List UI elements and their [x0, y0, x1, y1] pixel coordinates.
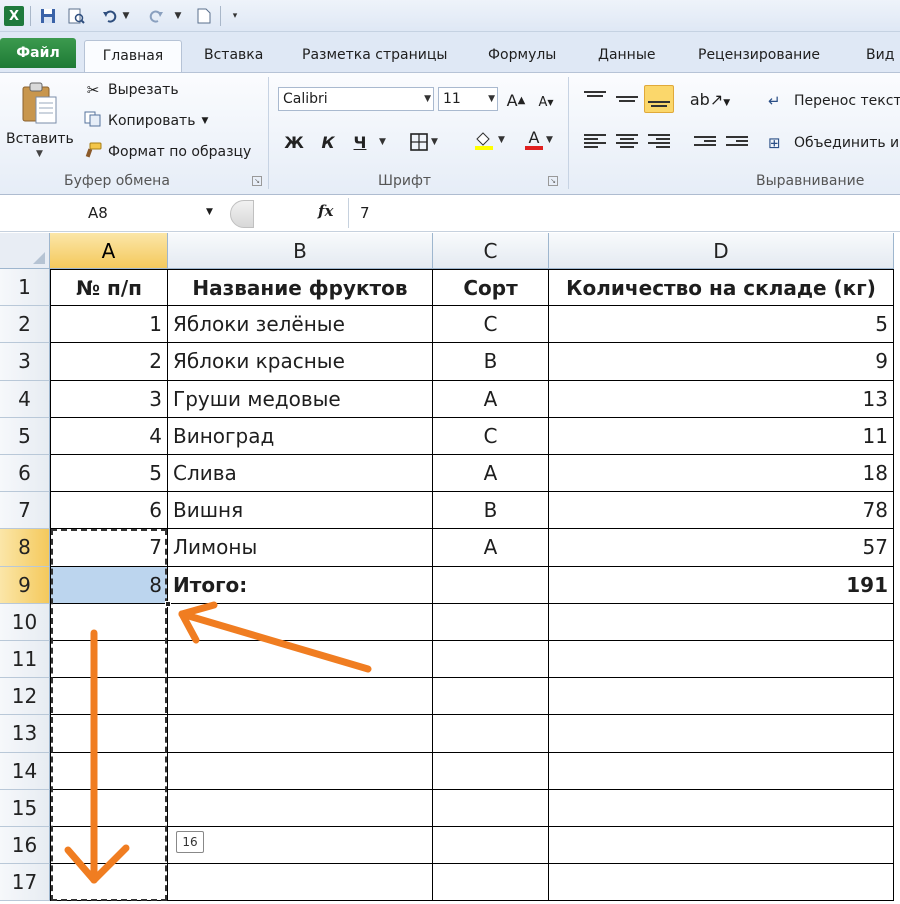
font-name-dropdown-icon[interactable]: ▼ [424, 88, 431, 110]
drag-down-arrow-head [90, 844, 130, 884]
tab-view[interactable]: Вид [862, 40, 898, 72]
wrap-text-label: Перенос текст [794, 93, 900, 109]
new-document-icon[interactable] [194, 6, 214, 26]
align-bottom-icon[interactable] [644, 85, 674, 113]
font-name-combo[interactable]: Calibri ▼ [278, 87, 434, 111]
align-center-icon[interactable] [612, 127, 642, 155]
formula-bar-divider [348, 198, 349, 228]
excel-logo-icon: X [4, 6, 24, 26]
print-preview-icon[interactable] [66, 6, 86, 26]
redo-dropdown-icon[interactable]: ▼ [172, 6, 184, 26]
formula-bar-splitter[interactable] [230, 200, 254, 228]
annotation-arrows [64, 601, 372, 884]
merge-cells-icon: ⊞ [768, 134, 781, 152]
font-color-icon: A [525, 130, 544, 150]
tab-formulas[interactable]: Формулы [484, 40, 560, 72]
insert-function-icon[interactable]: fx [318, 202, 333, 220]
paintbrush-icon [82, 142, 104, 162]
bold-button[interactable]: Ж [280, 129, 308, 155]
font-dialog-launcher-icon[interactable]: ↘ [548, 176, 558, 186]
tab-insert[interactable]: Вставка [200, 40, 267, 72]
tab-home[interactable]: Главная [84, 40, 182, 72]
font-color-button[interactable]: A ▼ [518, 127, 560, 153]
format-painter-button[interactable]: Формат по образцу [82, 141, 251, 163]
underline-button[interactable]: Ч [346, 129, 374, 155]
clipboard-dialog-launcher-icon[interactable]: ↘ [252, 176, 262, 186]
quick-access-toolbar: X ▼ ▼ ▾ [0, 0, 900, 32]
borders-icon [410, 133, 428, 151]
underline-dropdown-icon[interactable]: ▼ [374, 129, 388, 155]
name-box-dropdown-icon[interactable]: ▼ [206, 207, 213, 217]
paste-button[interactable]: Вставить [6, 131, 74, 147]
tab-data[interactable]: Данные [594, 40, 660, 72]
format-painter-label: Формат по образцу [108, 144, 252, 160]
wrap-text-button[interactable]: ↵ Перенос текст [768, 89, 900, 113]
text-orientation-icon[interactable]: ab↗▼ [690, 85, 730, 113]
copy-dropdown-icon[interactable]: ▼ [201, 116, 208, 126]
wrap-text-icon: ↵ [768, 92, 781, 110]
copy-icon [82, 111, 104, 131]
arrow-to-fill-handle [178, 610, 372, 673]
tab-page-layout[interactable]: Разметка страницы [298, 40, 451, 72]
arrow-to-fill-handle-head [178, 601, 218, 618]
fill-bucket-icon [475, 132, 494, 150]
font-name-value: Calibri [283, 91, 328, 107]
group-divider [568, 77, 569, 189]
align-right-icon[interactable] [644, 127, 674, 155]
cut-label: Вырезать [108, 82, 179, 98]
ribbon-tabs: Главная Вставка Разметка страницы Формул… [0, 32, 900, 72]
tab-review[interactable]: Рецензирование [694, 40, 824, 72]
tab-file[interactable]: Файл [0, 38, 76, 68]
scissors-icon: ✂ [86, 81, 100, 99]
redo-icon[interactable] [146, 6, 166, 26]
toolbar-divider [30, 6, 31, 26]
formula-input[interactable]: 7 [360, 198, 370, 228]
grow-font-icon[interactable]: A ▲ [504, 87, 528, 113]
font-size-combo[interactable]: 11 ▼ [438, 87, 498, 111]
customize-icon[interactable]: ▾ [228, 6, 242, 26]
copy-button[interactable]: Копировать ▼ [82, 110, 208, 132]
decrease-indent-icon[interactable] [690, 127, 720, 155]
copy-label: Копировать [108, 113, 196, 129]
font-size-dropdown-icon[interactable]: ▼ [488, 88, 495, 110]
shrink-font-icon[interactable]: A ▼ [534, 89, 558, 115]
save-icon[interactable] [38, 6, 58, 26]
toolbar-divider [220, 6, 221, 26]
increase-indent-icon[interactable] [722, 127, 752, 155]
group-divider [268, 77, 269, 189]
clipboard-group-label: Буфер обмена [64, 173, 170, 189]
drag-down-arrow-head [64, 846, 98, 884]
ribbon: Вставить ▼ ✂ Вырезать Копировать ▼ Форма… [0, 72, 900, 195]
italic-button[interactable]: К [314, 129, 342, 155]
align-middle-icon[interactable] [612, 85, 642, 113]
align-top-icon[interactable] [580, 85, 610, 113]
paste-dropdown-icon[interactable]: ▼ [36, 149, 43, 159]
formula-bar: A8 ▼ fx 7 [0, 196, 900, 232]
paste-icon[interactable] [20, 81, 60, 125]
merge-center-button[interactable]: ⊞ Объединить и [768, 131, 899, 155]
font-group-label: Шрифт [378, 173, 432, 189]
merge-center-label: Объединить и [794, 135, 900, 151]
align-left-icon[interactable] [580, 127, 610, 155]
name-box[interactable]: A8 [0, 198, 226, 228]
font-size-value: 11 [443, 91, 461, 107]
cut-button[interactable]: ✂ Вырезать [82, 79, 179, 101]
fill-color-button[interactable]: ▼ [466, 127, 512, 153]
worksheet-grid: A B C D 1 2 3 4 5 6 7 8 9 10 11 12 13 14 15 16 17 № п/п Назван… [0, 233, 900, 904]
alignment-group-label: Выравнивание [756, 173, 865, 189]
borders-button[interactable]: ▼ [402, 129, 446, 155]
undo-icon[interactable] [100, 6, 120, 26]
undo-dropdown-icon[interactable]: ▼ [120, 6, 132, 26]
